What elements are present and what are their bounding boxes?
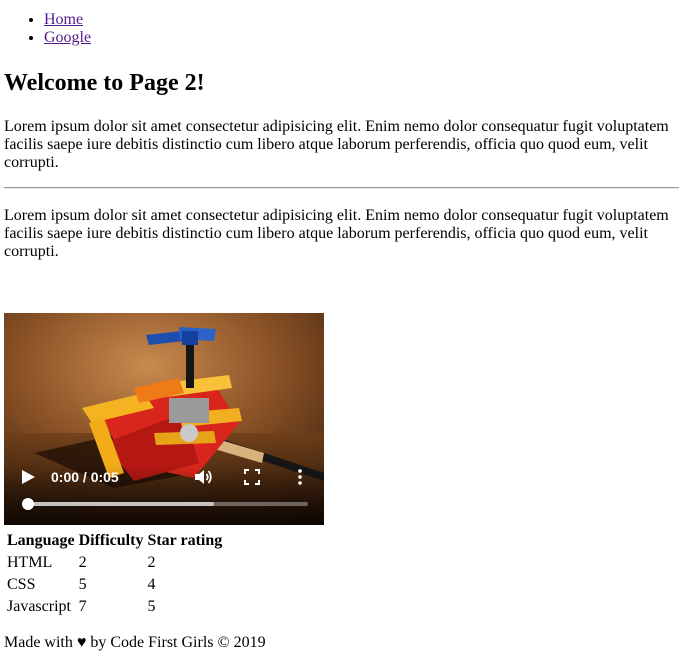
more-vert-icon — [298, 469, 302, 485]
more-options-button[interactable] — [294, 468, 306, 486]
language-table: Language Difficulty Star rating HTML 2 2… — [4, 529, 225, 619]
page: Home Google Welcome to Page 2! Lorem ips… — [0, 11, 683, 261]
table-header-row: Language Difficulty Star rating — [6, 531, 223, 551]
table-cell: CSS — [7, 576, 36, 593]
table-cell: HTML — [7, 554, 53, 571]
table-row: HTML 2 2 — [6, 553, 223, 573]
nav-item-google: Google — [44, 29, 679, 47]
column-header: Difficulty — [78, 532, 144, 549]
fullscreen-icon — [244, 469, 260, 485]
table-cell: 5 — [78, 576, 87, 593]
table-cell: 7 — [78, 598, 87, 615]
video-player[interactable]: 0:00 / 0:05 — [4, 313, 324, 525]
table-cell: Javascript — [7, 598, 71, 615]
nav-item-home: Home — [44, 11, 679, 29]
table-cell: 2 — [147, 554, 156, 571]
home-link[interactable]: Home — [44, 11, 83, 28]
progress-buffered — [24, 502, 214, 506]
play-icon — [22, 470, 35, 484]
progress-track[interactable] — [22, 498, 308, 510]
google-link[interactable]: Google — [44, 29, 91, 46]
table-cell: 4 — [147, 576, 156, 593]
table-cell: 2 — [78, 554, 87, 571]
fullscreen-button[interactable] — [244, 469, 260, 485]
table-row: CSS 5 4 — [6, 575, 223, 595]
video-controls: 0:00 / 0:05 — [4, 313, 324, 525]
footer-credit: Made with ♥ by Code First Girls © 2019 — [4, 634, 266, 651]
divider — [4, 187, 679, 189]
table-cell: 5 — [147, 598, 156, 615]
nav-list: Home Google — [4, 11, 679, 47]
progress-thumb[interactable] — [22, 498, 34, 510]
table-row: Javascript 7 5 — [6, 597, 223, 617]
column-header: Star rating — [147, 532, 223, 549]
play-button[interactable] — [20, 469, 36, 485]
page-title: Welcome to Page 2! — [4, 70, 205, 96]
volume-button[interactable] — [194, 468, 214, 486]
intro-paragraph: Lorem ipsum dolor sit amet consectetur a… — [4, 118, 669, 171]
column-header: Language — [7, 532, 75, 549]
time-display: 0:00 / 0:05 — [51, 469, 119, 485]
second-paragraph: Lorem ipsum dolor sit amet consectetur a… — [4, 207, 669, 260]
volume-icon — [195, 470, 212, 484]
